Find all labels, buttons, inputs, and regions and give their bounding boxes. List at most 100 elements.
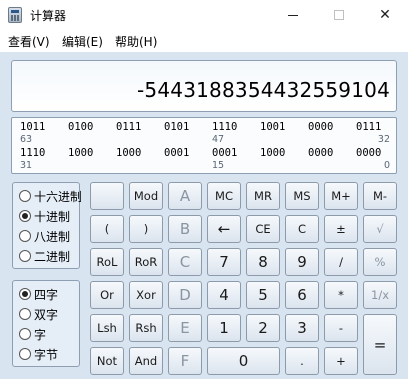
add-key[interactable]: + bbox=[324, 347, 358, 375]
radio-label: 字节 bbox=[34, 347, 59, 362]
digit-0-key[interactable]: 0 bbox=[207, 347, 280, 375]
digit-5-key[interactable]: 5 bbox=[246, 281, 280, 309]
rsh-key[interactable]: Rsh bbox=[129, 314, 163, 342]
digit-2-key[interactable]: 2 bbox=[246, 314, 280, 342]
hex-d-key[interactable]: D bbox=[168, 281, 202, 309]
radio-label: 十进制 bbox=[34, 209, 71, 224]
radio-label: 十六进制 bbox=[34, 189, 81, 204]
ms-key[interactable]: MS bbox=[285, 182, 319, 210]
m-plus-key[interactable]: M+ bbox=[324, 182, 358, 210]
ror-key[interactable]: RoR bbox=[129, 248, 163, 276]
radio-byte[interactable]: 字节 bbox=[19, 345, 81, 363]
bit-group: 0001 bbox=[164, 147, 190, 159]
hex-f-key[interactable]: F bbox=[168, 347, 202, 375]
hex-b-key[interactable]: B bbox=[168, 215, 202, 243]
mod-key[interactable]: Mod bbox=[129, 182, 163, 210]
clear-key[interactable]: C bbox=[285, 215, 319, 243]
percent-key[interactable]: % bbox=[363, 248, 397, 276]
bit-group: 0001 bbox=[212, 147, 238, 159]
menu-view[interactable]: 查看(V) bbox=[8, 33, 50, 50]
bit-position-label: 31 bbox=[20, 160, 33, 171]
result-display: -5443188354432559104 bbox=[11, 60, 397, 112]
minimize-icon bbox=[288, 14, 298, 16]
mc-key[interactable]: MC bbox=[207, 182, 241, 210]
hex-a-key[interactable]: A bbox=[168, 182, 202, 210]
radio-hex[interactable]: 十六进制 bbox=[19, 187, 81, 205]
bit-group: 1000 bbox=[260, 147, 286, 159]
minimize-button[interactable] bbox=[270, 0, 316, 30]
bit-group: 1000 bbox=[116, 147, 142, 159]
number-base-group: 十六进制 十进制 八进制 二进制 bbox=[12, 182, 81, 269]
bit-group: 1110 bbox=[20, 147, 46, 159]
blank-key bbox=[90, 182, 124, 210]
bit-group: 0101 bbox=[164, 121, 190, 133]
digit-4-key[interactable]: 4 bbox=[207, 281, 241, 309]
equals-key[interactable]: = bbox=[363, 314, 397, 375]
m-minus-key[interactable]: M- bbox=[363, 182, 397, 210]
digit-8-key[interactable]: 8 bbox=[246, 248, 280, 276]
maximize-button[interactable] bbox=[316, 0, 362, 30]
radio-button bbox=[19, 348, 31, 360]
menu-bar: 查看(V) 编辑(E) 帮助(H) bbox=[0, 30, 408, 52]
not-key[interactable]: Not bbox=[90, 347, 124, 375]
radio-qword[interactable]: 四字 bbox=[19, 285, 81, 303]
hex-c-key[interactable]: C bbox=[168, 248, 202, 276]
hex-e-key[interactable]: E bbox=[168, 314, 202, 342]
decimal-point-key[interactable]: . bbox=[285, 347, 319, 375]
radio-label: 四字 bbox=[34, 287, 59, 302]
reciprocal-key[interactable]: 1/x bbox=[363, 281, 397, 309]
digit-1-key[interactable]: 1 bbox=[207, 314, 241, 342]
square-root-key[interactable]: √ bbox=[363, 215, 397, 243]
close-paren-key[interactable]: ) bbox=[129, 215, 163, 243]
backspace-key[interactable]: ← bbox=[207, 215, 241, 243]
radio-button bbox=[19, 308, 31, 320]
xor-key[interactable]: Xor bbox=[129, 281, 163, 309]
digit-6-key[interactable]: 6 bbox=[285, 281, 319, 309]
bit-position-label: 0 bbox=[383, 160, 390, 171]
radio-button bbox=[19, 190, 31, 202]
title-bar: 计算器 ✕ bbox=[0, 0, 408, 30]
bit-group: 0000 bbox=[308, 121, 334, 133]
menu-edit[interactable]: 编辑(E) bbox=[62, 33, 103, 50]
bit-position-label: 32 bbox=[377, 134, 390, 145]
close-button[interactable]: ✕ bbox=[362, 0, 408, 30]
bit-group: 0000 bbox=[356, 147, 382, 159]
bit-group: 1011 bbox=[20, 121, 46, 133]
negate-key[interactable]: ± bbox=[324, 215, 358, 243]
bit-group: 0000 bbox=[308, 147, 334, 159]
binary-bit-display: 1011 0100 0111 0101 1110 1001 0000 0111 … bbox=[11, 117, 397, 174]
bit-group: 1000 bbox=[68, 147, 94, 159]
subtract-key[interactable]: - bbox=[324, 314, 358, 342]
radio-octal[interactable]: 八进制 bbox=[19, 227, 81, 245]
menu-help[interactable]: 帮助(H) bbox=[115, 33, 157, 50]
bit-group: 0111 bbox=[356, 121, 382, 133]
lsh-key[interactable]: Lsh bbox=[90, 314, 124, 342]
display-value: -5443188354432559104 bbox=[137, 78, 390, 102]
mr-key[interactable]: MR bbox=[246, 182, 280, 210]
bit-group: 0100 bbox=[68, 121, 94, 133]
radio-button bbox=[19, 230, 31, 242]
digit-9-key[interactable]: 9 bbox=[285, 248, 319, 276]
and-key[interactable]: And bbox=[129, 347, 163, 375]
radio-button bbox=[19, 210, 31, 222]
open-paren-key[interactable]: ( bbox=[90, 215, 124, 243]
or-key[interactable]: Or bbox=[90, 281, 124, 309]
clear-entry-key[interactable]: CE bbox=[246, 215, 280, 243]
bit-group: 1110 bbox=[212, 121, 238, 133]
radio-button bbox=[19, 250, 31, 262]
radio-word[interactable]: 字 bbox=[19, 325, 81, 343]
window-title: 计算器 bbox=[30, 9, 67, 23]
digit-3-key[interactable]: 3 bbox=[285, 314, 319, 342]
divide-key[interactable]: / bbox=[324, 248, 358, 276]
radio-decimal[interactable]: 十进制 bbox=[19, 207, 81, 225]
digit-7-key[interactable]: 7 bbox=[207, 248, 241, 276]
bit-position-label: 63 bbox=[20, 134, 33, 145]
radio-label: 双字 bbox=[34, 307, 59, 322]
radio-dword[interactable]: 双字 bbox=[19, 305, 81, 323]
radio-button bbox=[19, 328, 31, 340]
radio-binary[interactable]: 二进制 bbox=[19, 247, 81, 265]
multiply-key[interactable]: * bbox=[324, 281, 358, 309]
rol-key[interactable]: RoL bbox=[90, 248, 124, 276]
close-icon: ✕ bbox=[379, 7, 391, 23]
bit-position-label: 47 bbox=[212, 134, 225, 145]
